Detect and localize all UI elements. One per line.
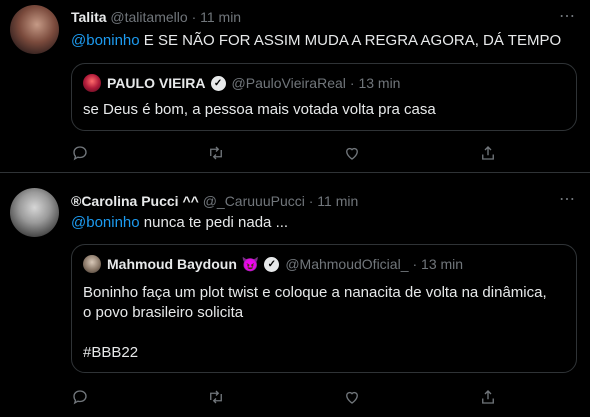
more-icon[interactable]: ⋯	[559, 189, 576, 209]
reply-icon[interactable]	[71, 144, 91, 164]
quote-text: se Deus é bom, a pessoa mais votada volt…	[83, 100, 436, 120]
quote-time: · 13 min	[349, 75, 401, 91]
quote-line: Boninho faça um plot twist e coloque a n…	[83, 284, 547, 301]
tweet-time[interactable]: · 11 min	[192, 9, 242, 25]
author-name[interactable]: ®Carolina Pucci ^^	[71, 193, 199, 209]
retweet-icon[interactable]	[207, 388, 227, 408]
quote-header: Mahmoud Baydoun 😈 ✓ @MahmoudOficial_ · 1…	[83, 255, 463, 273]
quote-author-handle: @MahmoudOficial_	[285, 256, 409, 272]
hashtag-link[interactable]: #BBB22	[83, 343, 547, 363]
tweet-actions	[71, 388, 499, 408]
share-icon[interactable]	[479, 388, 499, 408]
tweet-text: @boninho nunca te pedi nada ...	[71, 214, 288, 231]
tweet[interactable]: ®Carolina Pucci ^^ @_CaruuuPucci · 11 mi…	[0, 172, 590, 417]
mention-link[interactable]: @boninho	[71, 214, 140, 231]
quote-line: se Deus é bom, a pessoa mais votada volt…	[83, 101, 436, 118]
share-icon[interactable]	[479, 144, 499, 164]
quote-header: PAULO VIEIRA ✓ @PauloVieiraReal · 13 min	[83, 74, 400, 92]
tweet-header: ®Carolina Pucci ^^ @_CaruuuPucci · 11 mi…	[71, 193, 358, 209]
quote-author-name: Mahmoud Baydoun	[107, 256, 237, 272]
tweet-body: E SE NÃO FOR ASSIM MUDA A REGRA AGORA, D…	[139, 32, 562, 49]
tweet-actions	[71, 144, 499, 164]
verified-icon: ✓	[210, 75, 226, 91]
mention-link[interactable]: @boninho	[71, 32, 140, 49]
author-handle[interactable]: @_CaruuuPucci	[203, 193, 305, 209]
avatar[interactable]	[10, 188, 59, 237]
verified-icon: ✓	[264, 256, 280, 272]
quoted-tweet[interactable]: PAULO VIEIRA ✓ @PauloVieiraReal · 13 min…	[71, 63, 577, 131]
author-name[interactable]: Talita	[71, 9, 107, 25]
devil-emoji-icon: 😈	[241, 255, 260, 272]
tweet-text: @boninho E SE NÃO FOR ASSIM MUDA A REGRA…	[71, 32, 561, 49]
tweet-time[interactable]: · 11 min	[309, 193, 359, 209]
tweet-header: Talita @talitamello · 11 min	[71, 9, 241, 25]
retweet-icon[interactable]	[207, 144, 227, 164]
tweet[interactable]: Talita @talitamello · 11 min ⋯ @boninho …	[0, 0, 590, 172]
quote-time: · 13 min	[412, 256, 464, 272]
author-handle[interactable]: @talitamello	[110, 9, 187, 25]
quote-author-name: PAULO VIEIRA	[107, 75, 206, 91]
quoted-tweet[interactable]: Mahmoud Baydoun 😈 ✓ @MahmoudOficial_ · 1…	[71, 244, 577, 373]
quote-line: o povo brasileiro solicita	[83, 304, 244, 321]
tweet-body: nunca te pedi nada ...	[139, 214, 289, 231]
quote-avatar[interactable]	[83, 255, 101, 273]
like-icon[interactable]	[343, 144, 363, 164]
reply-icon[interactable]	[71, 388, 91, 408]
quote-author-handle: @PauloVieiraReal	[231, 75, 346, 91]
avatar[interactable]	[10, 5, 59, 54]
like-icon[interactable]	[343, 388, 363, 408]
quote-avatar[interactable]	[83, 74, 101, 92]
quote-text: Boninho faça um plot twist e coloque a n…	[83, 283, 547, 363]
more-icon[interactable]: ⋯	[559, 6, 576, 26]
